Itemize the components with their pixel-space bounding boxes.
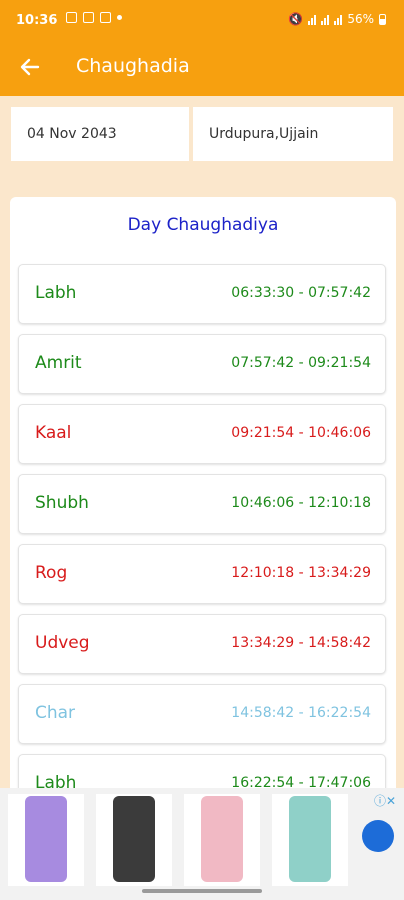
row-name: Rog [35, 563, 68, 583]
app-bar: Chaughadia [0, 38, 404, 96]
chaughadiya-row[interactable]: Kaal 09:21:54 - 10:46:06 [18, 404, 386, 464]
section-title: Day Chaughadiya [127, 215, 279, 235]
system-icons: 🔇 56% [288, 12, 386, 26]
ad-product[interactable] [272, 794, 348, 886]
chaughadiya-row[interactable]: Amrit 07:57:42 - 09:21:54 [18, 334, 386, 394]
row-name: Shubh [35, 493, 89, 513]
signal-icon-2 [321, 14, 330, 25]
chaughadiya-card: Day Chaughadiya Labh 06:33:30 - 07:57:42… [10, 197, 396, 817]
mute-icon: 🔇 [288, 12, 304, 26]
row-time: 14:58:42 - 16:22:54 [231, 705, 371, 721]
chaughadiya-row[interactable]: Shubh 10:46:06 - 12:10:18 [18, 474, 386, 534]
instagram-icon-2 [100, 12, 111, 23]
location-field[interactable]: Urdupura,Ujjain [193, 107, 393, 161]
notification-icons [66, 12, 122, 23]
row-time: 13:34:29 - 14:58:42 [231, 635, 371, 651]
date-field[interactable]: 04 Nov 2043 [11, 107, 189, 161]
battery-icon [379, 13, 386, 25]
phone-case-image [289, 796, 331, 882]
gallery-icon [66, 12, 77, 23]
signal-icon [308, 14, 317, 25]
ad-product[interactable] [96, 794, 172, 886]
row-time: 09:21:54 - 10:46:06 [231, 425, 371, 441]
row-time: 07:57:42 - 09:21:54 [231, 355, 371, 371]
phone-case-image [113, 796, 155, 882]
phone-case-image [201, 796, 243, 882]
ad-product[interactable] [184, 794, 260, 886]
wifi-signal-icon [334, 14, 343, 25]
date-value: 04 Nov 2043 [27, 126, 117, 142]
row-name: Udveg [35, 633, 90, 653]
chaughadiya-row[interactable]: Char 14:58:42 - 16:22:54 [18, 684, 386, 744]
instagram-icon [83, 12, 94, 23]
row-name: Kaal [35, 423, 72, 443]
row-name: Labh [35, 283, 77, 303]
chaughadiya-row[interactable]: Labh 06:33:30 - 07:57:42 [18, 264, 386, 324]
phone-case-image [25, 796, 67, 882]
status-time: 10:36 [16, 13, 58, 28]
battery-percent: 56% [347, 12, 374, 26]
status-bar: 10:36 🔇 56% [0, 0, 404, 38]
ad-choices-icon[interactable]: ⓘ✕ [374, 792, 396, 809]
row-time: 12:10:18 - 13:34:29 [231, 565, 371, 581]
gesture-nav-bar[interactable] [142, 889, 262, 893]
ad-product[interactable] [8, 794, 84, 886]
brand-logo-icon[interactable] [362, 820, 394, 852]
chaughadiya-row[interactable]: Udveg 13:34:29 - 14:58:42 [18, 614, 386, 674]
ad-banner[interactable]: ⓘ✕ [0, 788, 404, 900]
location-value: Urdupura,Ujjain [209, 126, 319, 142]
more-dot-icon [117, 15, 122, 20]
page-title: Chaughadia [76, 55, 190, 77]
arrow-left-icon[interactable] [18, 55, 42, 79]
row-time: 10:46:06 - 12:10:18 [231, 495, 371, 511]
row-time: 06:33:30 - 07:57:42 [231, 285, 371, 301]
row-name: Amrit [35, 353, 82, 373]
chaughadiya-row[interactable]: Rog 12:10:18 - 13:34:29 [18, 544, 386, 604]
row-name: Char [35, 703, 76, 723]
